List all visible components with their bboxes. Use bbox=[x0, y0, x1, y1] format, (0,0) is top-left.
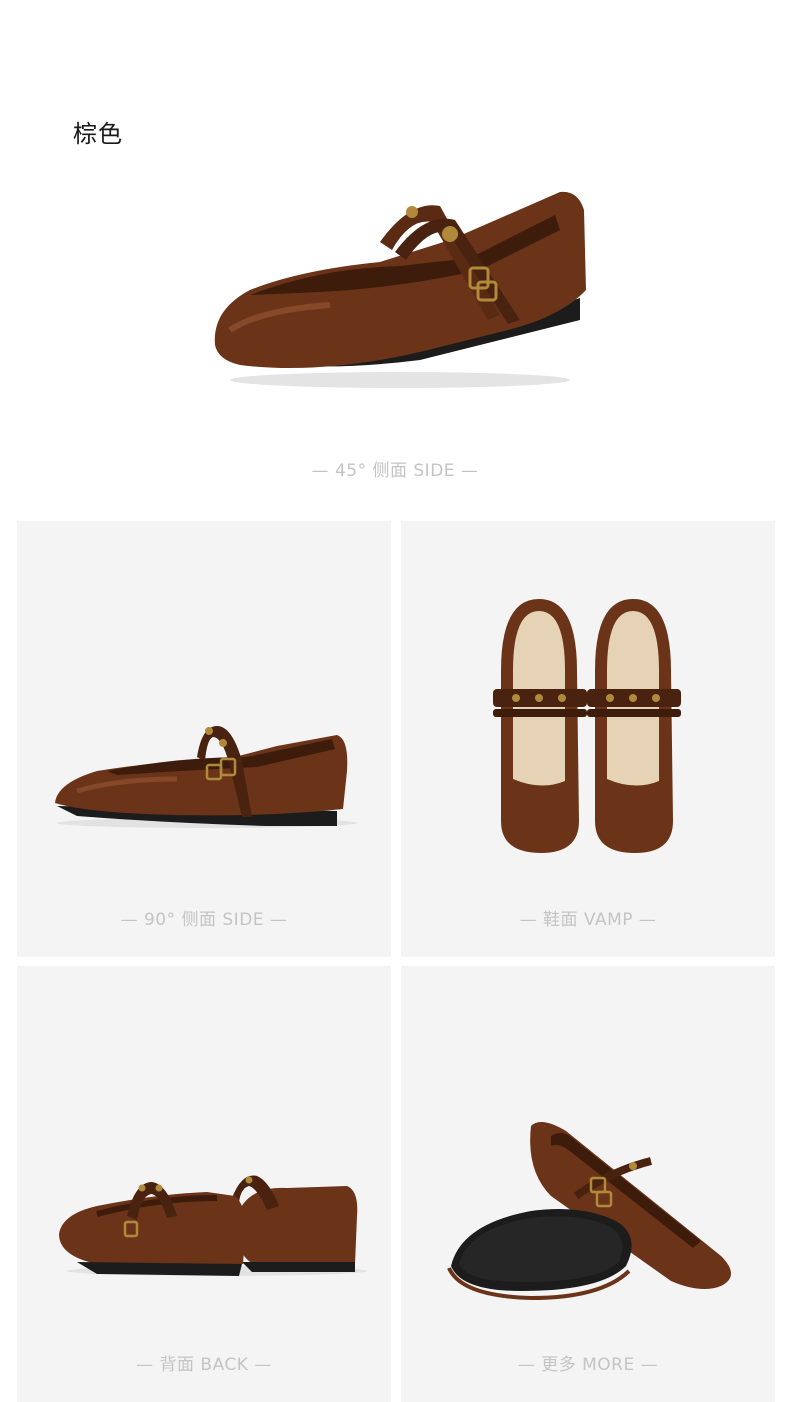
panel-side-90: — 90° 侧面 SIDE — bbox=[17, 521, 391, 957]
caption-vamp: — 鞋面 VAMP — bbox=[519, 910, 657, 930]
shoe-image-vamp bbox=[493, 599, 681, 853]
caption-back: — 背面 BACK — bbox=[136, 1355, 272, 1375]
shoe-image-back bbox=[59, 1175, 367, 1276]
panel-back: — 背面 BACK — bbox=[17, 966, 391, 1402]
shoe-image-90-side bbox=[55, 726, 357, 828]
shoe-image-45-side bbox=[0, 170, 790, 400]
caption-45-side: — 45° 侧面 SIDE — bbox=[311, 461, 479, 481]
color-name-label: 棕色 bbox=[73, 120, 123, 148]
panel-more: — 更多 MORE — bbox=[401, 966, 775, 1402]
shoe-image-more bbox=[447, 1122, 731, 1301]
caption-90-side: — 90° 侧面 SIDE — bbox=[120, 910, 288, 930]
caption-more: — 更多 MORE — bbox=[517, 1355, 659, 1375]
panel-vamp: — 鞋面 VAMP — bbox=[401, 521, 775, 957]
